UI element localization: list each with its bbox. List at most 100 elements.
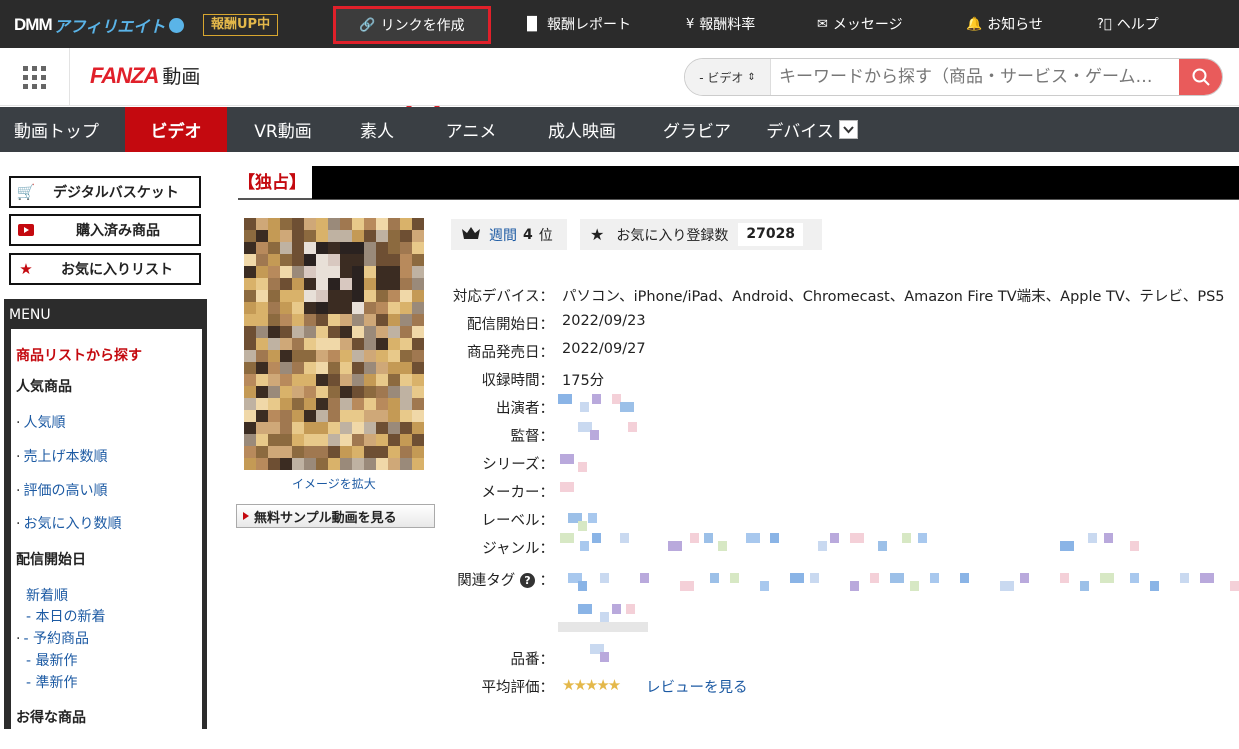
menu-deals-title: お得な商品 [16,710,86,726]
search-category-select[interactable]: - ビデオ ⇕ [685,59,771,95]
redacted-pixel [704,533,713,543]
messages-link[interactable]: ✉ メッセージ [817,0,903,48]
detail-key-duration: 収録時間： [481,373,555,389]
detail-key-sale-date: 商品発売日： [467,345,554,361]
cart-icon: 🛒 [16,183,36,201]
redacted-pixel [1130,541,1139,551]
redacted-pixel [1130,573,1139,583]
redacted-pixel [578,604,592,614]
detail-row-average-rating: 平均評価： ★★★★★ レビューを見る [440,676,1239,696]
sidebar-menu: MENU 商品リストから探す 人気商品 · 人気順 · 売上げ本数順 · 評価の高い順… [4,299,207,749]
redacted-pixel [870,573,879,583]
affiliate-logo[interactable]: DMM アフィリエイト [14,14,185,36]
rating-stars-icon: ★★★★★ [562,676,621,694]
digital-basket-button[interactable]: 🛒 デジタルバスケット [9,176,201,208]
detail-value-release-date: 2022/09/23 [562,313,646,329]
detail-key-genre: ジャンル： [482,541,554,557]
redacted-pixel [1230,581,1239,591]
redacted-pixel [1150,581,1159,591]
redacted-pixel [620,402,634,412]
redacted-pixel [578,581,587,591]
rank-period-link[interactable]: 週間 [489,225,517,245]
redacted-title [312,166,1239,199]
site-header: FANZA 動画 - ビデオ ⇕ [0,48,1239,106]
help-circle-icon[interactable]: ? [519,573,535,588]
favorites-list-button[interactable]: ★ お気に入りリスト [9,253,201,285]
detail-value-average-rating[interactable]: レビューを見る [646,676,748,697]
tab-devices[interactable]: デバイス [757,107,867,152]
detail-row-product-code: 品番： [440,648,1239,668]
menu-item-newest[interactable]: 新着順 [26,585,68,605]
purchased-button[interactable]: 購入済み商品 [9,214,201,246]
redacted-pixel [910,581,919,591]
search-icon [1192,68,1210,86]
redacted-pixel [668,541,682,551]
product-thumbnail[interactable] [244,218,424,470]
tab-video-top[interactable]: 動画トップ [0,107,113,152]
favorites-count-badge: ★ お気に入り登録数 27028 [580,219,822,250]
create-link-button[interactable]: 🔗 リンクを作成 [333,6,491,44]
grid-icon [23,65,46,89]
tab-gravure[interactable]: グラビア [637,107,757,152]
detail-key-product-code: 品番： [510,652,555,668]
menu-item-popular[interactable]: · 人気順 [16,412,65,432]
product-title-bar: 【独占】 [238,166,1239,200]
exclusive-label: 【独占】 [238,173,306,193]
crown-icon [461,226,481,244]
tab-amateur[interactable]: 素人 [339,107,415,152]
menu-release-title: 配信開始日 [16,552,86,568]
create-link-label: リンクを作成 [380,18,465,34]
redacted-pixel [1080,581,1089,591]
reward-report-link[interactable]: ▐▌ 報酬レポート [522,0,631,48]
detail-row-duration: 収録時間： 175分 [440,369,1239,389]
tab-anime[interactable]: アニメ [415,107,527,152]
menu-item-favorites[interactable]: · お気に入り数順 [16,513,121,533]
app-grid-button[interactable] [0,48,70,106]
star-icon: ★ [19,260,33,278]
menu-item-reserved[interactable]: · - 予約商品 [16,628,89,648]
free-sample-button[interactable]: 無料サンプル動画を見る [236,504,435,528]
search-button[interactable] [1179,59,1222,95]
logo-coin-icon [169,17,185,33]
rank-unit: 位 [538,227,553,244]
redacted-pixel [626,604,635,614]
detail-row-director: 監督： [440,425,1239,445]
menu-item-today[interactable]: - 本日の新着 [26,606,106,626]
reward-rate-link[interactable]: ¥ 報酬料率 [686,0,755,48]
detail-value-sale-date: 2022/09/27 [562,341,646,357]
free-sample-label: 無料サンプル動画を見る [254,510,397,526]
menu-item-rating[interactable]: · 評価の高い順 [16,480,107,500]
reward-report-label: 報酬レポート [547,17,631,33]
search-input[interactable] [771,59,1179,95]
tab-video[interactable]: ビデオ [125,107,227,152]
redacted-pixel [890,573,904,583]
redacted-pixel [558,622,648,632]
redacted-pixel [580,402,589,412]
redacted-pixel [818,541,827,551]
redacted-pixel [620,533,629,543]
notices-link[interactable]: 🔔 お知らせ [966,0,1043,48]
bar-chart-icon: ▐▌ [522,16,542,32]
help-link[interactable]: ?⃝ ヘルプ [1097,0,1159,48]
menu-item-latest[interactable]: - 最新作 [26,650,78,670]
detail-key-maker: メーカー： [481,485,555,501]
menu-item-sales[interactable]: · 売上げ本数順 [16,446,107,466]
redacted-pixel [590,430,599,440]
redacted-pixel [1104,533,1113,543]
reward-up-badge[interactable]: 報酬UP中 [203,14,279,36]
fanza-logo[interactable]: FANZA 動画 [90,62,200,89]
play-triangle-icon [243,512,249,520]
reward-rate-label: 報酬料率 [699,17,756,33]
redacted-pixel [1020,573,1029,583]
menu-item-semi-new[interactable]: - 準新作 [26,672,78,692]
tab-vr[interactable]: VR動画 [227,107,339,152]
redacted-pixel [592,394,601,404]
redacted-pixel [612,604,621,614]
zoom-image-link[interactable]: イメージを拡大 [292,475,376,492]
tab-adult-film[interactable]: 成人映画 [527,107,637,152]
redacted-pixel [1000,581,1014,591]
detail-key-performers: 出演者： [496,401,554,417]
star-icon: ★ [590,225,605,244]
redacted-pixel [746,533,760,543]
redacted-pixel [680,581,694,591]
